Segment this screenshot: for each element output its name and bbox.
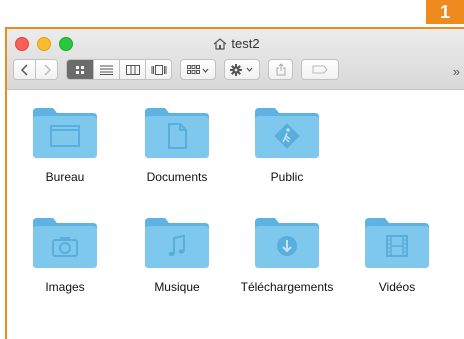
share-button[interactable] (268, 59, 293, 80)
documents-folder-icon (145, 108, 209, 158)
tags-button[interactable] (301, 59, 339, 80)
share-icon (276, 63, 285, 76)
column-view-button[interactable] (120, 60, 146, 79)
film-folder-icon (365, 218, 429, 268)
step-number-badge: 1 (426, 0, 464, 24)
view-mode-selector (66, 59, 172, 80)
folder-label: Images (45, 280, 85, 294)
toolbar (13, 59, 339, 80)
window-title: test2 (7, 36, 464, 51)
gear-icon (230, 63, 253, 76)
arrange-menu-button[interactable] (180, 59, 216, 80)
folder-label: Vidéos (378, 280, 416, 294)
action-menu-button[interactable] (224, 59, 260, 80)
camera-folder-icon (33, 218, 97, 268)
folder-grid: Bureau Documents Public Images Musique T… (7, 90, 464, 339)
folder-label: Musique (154, 280, 200, 294)
home-icon (214, 38, 227, 50)
download-folder-icon (255, 218, 319, 268)
window-title-text: test2 (231, 36, 260, 51)
finder-window: test2 » Bureau Documents Public Images M… (5, 27, 464, 339)
forward-button[interactable] (36, 60, 57, 79)
icon-view-button[interactable] (67, 60, 94, 79)
title-bar: test2 » (7, 29, 464, 90)
folder-item[interactable]: Images (5, 216, 125, 294)
public-folder-icon (255, 108, 319, 158)
folder-item[interactable]: Vidéos (337, 216, 457, 294)
cover-flow-icon (151, 64, 166, 75)
folder-label: Téléchargements (240, 280, 334, 294)
desktop-folder-icon (33, 108, 97, 158)
icon-grid-icon (76, 65, 84, 74)
folder-item[interactable]: Téléchargements (227, 216, 347, 294)
folder-item[interactable]: Documents (117, 106, 237, 184)
tag-icon (312, 65, 328, 74)
cover-flow-button[interactable] (146, 60, 171, 79)
back-button[interactable] (14, 60, 36, 79)
folder-item[interactable]: Bureau (5, 106, 125, 184)
arrange-icon (187, 64, 209, 74)
chevron-left-icon (20, 63, 28, 76)
folder-label: Public (270, 170, 304, 184)
toolbar-overflow-button[interactable]: » (453, 64, 460, 79)
music-folder-icon (145, 218, 209, 268)
list-view-button[interactable] (94, 60, 120, 79)
folder-item[interactable]: Musique (117, 216, 237, 294)
history-nav (13, 59, 58, 80)
list-icon (100, 65, 113, 75)
chevron-right-icon (43, 63, 51, 76)
folder-label: Documents (146, 170, 208, 184)
folder-label: Bureau (45, 170, 85, 184)
columns-icon (125, 64, 140, 75)
folder-item[interactable]: Public (227, 106, 347, 184)
